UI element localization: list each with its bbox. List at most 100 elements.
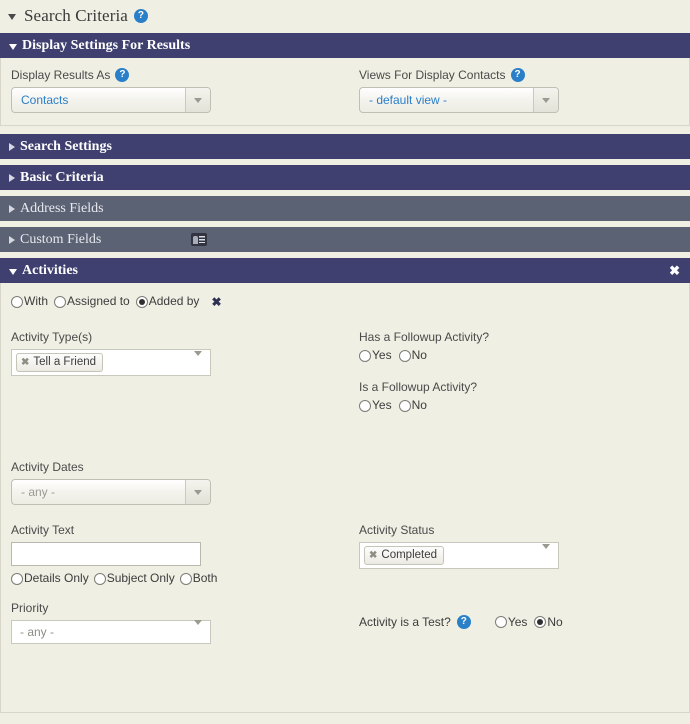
activity-text-input[interactable]	[11, 542, 201, 566]
has-followup-radio-group: Yes No	[359, 349, 679, 362]
caret-right-icon	[9, 204, 15, 213]
views-for-display-field: Views For Display Contacts ? - default v…	[359, 68, 679, 113]
token-remove-icon[interactable]: ✖	[369, 550, 377, 561]
radio-added-by[interactable]: Added by	[135, 295, 199, 308]
radio-indicator[interactable]	[11, 295, 23, 308]
activity-status-field: Activity Status ✖ Completed	[359, 523, 679, 585]
section-title: Address Fields	[20, 200, 104, 216]
priority-value: - any -	[20, 625, 55, 639]
radio-subject-only[interactable]: Subject Only	[93, 572, 175, 585]
chevron-down-icon[interactable]	[194, 350, 202, 370]
views-for-display-value: - default view -	[369, 93, 448, 107]
priority-field: Priority - any -	[11, 601, 359, 644]
contact-role-radio-group: With Assigned to Added by ✖	[11, 295, 679, 308]
activity-is-test-label: Activity is a Test?	[359, 615, 451, 629]
activity-is-test-field: Activity is a Test? ? Yes No	[359, 601, 679, 644]
radio-indicator[interactable]	[398, 349, 411, 362]
views-for-display-label: Views For Display Contacts ?	[359, 68, 679, 82]
section-title: Custom Fields	[20, 231, 102, 247]
caret-right-icon	[9, 142, 15, 151]
radio-has-followup-no[interactable]: No	[398, 349, 427, 362]
priority-label: Priority	[11, 601, 49, 615]
radio-indicator[interactable]	[359, 349, 371, 362]
chevron-down-icon[interactable]	[542, 543, 550, 563]
is-followup-label: Is a Followup Activity?	[359, 380, 478, 394]
section-header-search-settings[interactable]: Search Settings	[0, 134, 690, 159]
token-completed[interactable]: ✖ Completed	[364, 546, 445, 565]
close-icon[interactable]: ✖	[669, 264, 680, 277]
radio-indicator[interactable]	[494, 616, 507, 628]
token-label: Completed	[381, 549, 438, 561]
radio-is-followup-no[interactable]: No	[398, 399, 427, 412]
activity-dates-label: Activity Dates	[11, 460, 84, 474]
search-criteria-header[interactable]: Search Criteria ?	[0, 0, 690, 33]
is-followup-radio-group: Yes No	[359, 399, 679, 412]
section-title: Basic Criteria	[20, 169, 104, 185]
activities-panel: With Assigned to Added by ✖ Activity Typ…	[0, 283, 690, 713]
activity-dates-value: - any -	[21, 485, 56, 499]
priority-select[interactable]: - any -	[11, 620, 211, 644]
radio-indicator[interactable]	[179, 572, 192, 585]
activity-text-scope-radio-group: Details Only Subject Only Both	[11, 572, 359, 585]
radio-both[interactable]: Both	[179, 572, 217, 585]
radio-is-test-no[interactable]: No	[534, 615, 563, 629]
radio-indicator[interactable]	[54, 295, 66, 308]
section-header-activities[interactable]: Activities ✖	[0, 258, 690, 283]
radio-with[interactable]: With	[11, 295, 48, 308]
section-title: Display Settings For Results	[22, 37, 191, 53]
help-circle-icon[interactable]: ?	[115, 68, 130, 82]
has-followup-label: Has a Followup Activity?	[359, 330, 490, 344]
caret-down-icon	[9, 268, 17, 275]
activity-status-label: Activity Status	[359, 523, 435, 537]
chevron-down-icon[interactable]	[194, 620, 202, 639]
section-header-address-fields[interactable]: Address Fields	[0, 196, 690, 221]
caret-down-icon[interactable]	[8, 14, 16, 20]
radio-indicator[interactable]	[93, 572, 106, 585]
help-circle-icon[interactable]: ?	[133, 9, 148, 23]
activity-text-label: Activity Text	[11, 523, 75, 537]
contact-card-icon	[191, 233, 208, 246]
token-remove-icon[interactable]: ✖	[21, 357, 29, 368]
activity-dates-select[interactable]: - any -	[11, 479, 211, 505]
section-title: Search Settings	[20, 138, 112, 154]
display-results-as-field: Display Results As ? Contacts	[11, 68, 359, 113]
display-results-as-select[interactable]: Contacts	[11, 87, 211, 113]
radio-is-followup-yes[interactable]: Yes	[359, 399, 392, 412]
radio-indicator[interactable]	[11, 572, 23, 585]
radio-indicator[interactable]	[359, 399, 371, 412]
token-label: Tell a Friend	[33, 356, 97, 368]
radio-details-only[interactable]: Details Only	[11, 572, 89, 585]
help-circle-icon[interactable]: ?	[510, 68, 525, 82]
search-criteria-page: Search Criteria ? Display Settings For R…	[0, 0, 690, 724]
caret-down-icon	[9, 43, 17, 50]
views-for-display-select[interactable]: - default view -	[359, 87, 559, 113]
help-circle-icon[interactable]: ?	[456, 615, 471, 629]
remove-x-icon[interactable]: ✖	[211, 296, 221, 308]
chevron-down-icon[interactable]	[185, 88, 210, 112]
section-header-custom-fields[interactable]: Custom Fields	[0, 227, 690, 252]
radio-assigned-to[interactable]: Assigned to	[54, 295, 130, 308]
chevron-down-icon[interactable]	[185, 480, 210, 504]
activity-types-field: Activity Type(s) ✖ Tell a Friend	[11, 330, 359, 412]
caret-right-icon	[9, 235, 15, 244]
radio-has-followup-yes[interactable]: Yes	[359, 349, 392, 362]
display-results-as-value: Contacts	[21, 93, 69, 107]
activity-text-field: Activity Text Details Only Subject Only …	[11, 523, 359, 585]
radio-indicator[interactable]	[135, 295, 148, 308]
followup-questions: Has a Followup Activity? Yes No Is a Fol…	[359, 330, 679, 412]
activity-status-multiselect[interactable]: ✖ Completed	[359, 542, 559, 569]
display-results-as-label: Display Results As ?	[11, 68, 359, 82]
section-header-basic-criteria[interactable]: Basic Criteria	[0, 165, 690, 190]
radio-indicator[interactable]	[534, 616, 547, 628]
display-settings-panel: Display Results As ? Contacts Views For …	[0, 58, 690, 126]
chevron-down-icon[interactable]	[533, 88, 558, 112]
activity-types-multiselect[interactable]: ✖ Tell a Friend	[11, 349, 211, 376]
radio-indicator[interactable]	[398, 399, 411, 412]
page-title: Search Criteria	[24, 6, 128, 25]
activity-is-test-radio-group: Yes No	[494, 615, 565, 629]
section-header-display-settings[interactable]: Display Settings For Results	[0, 33, 690, 58]
caret-right-icon	[9, 173, 15, 182]
activity-dates-field: Activity Dates - any -	[11, 460, 359, 505]
radio-is-test-yes[interactable]: Yes	[494, 615, 527, 629]
token-tell-a-friend[interactable]: ✖ Tell a Friend	[16, 353, 104, 372]
